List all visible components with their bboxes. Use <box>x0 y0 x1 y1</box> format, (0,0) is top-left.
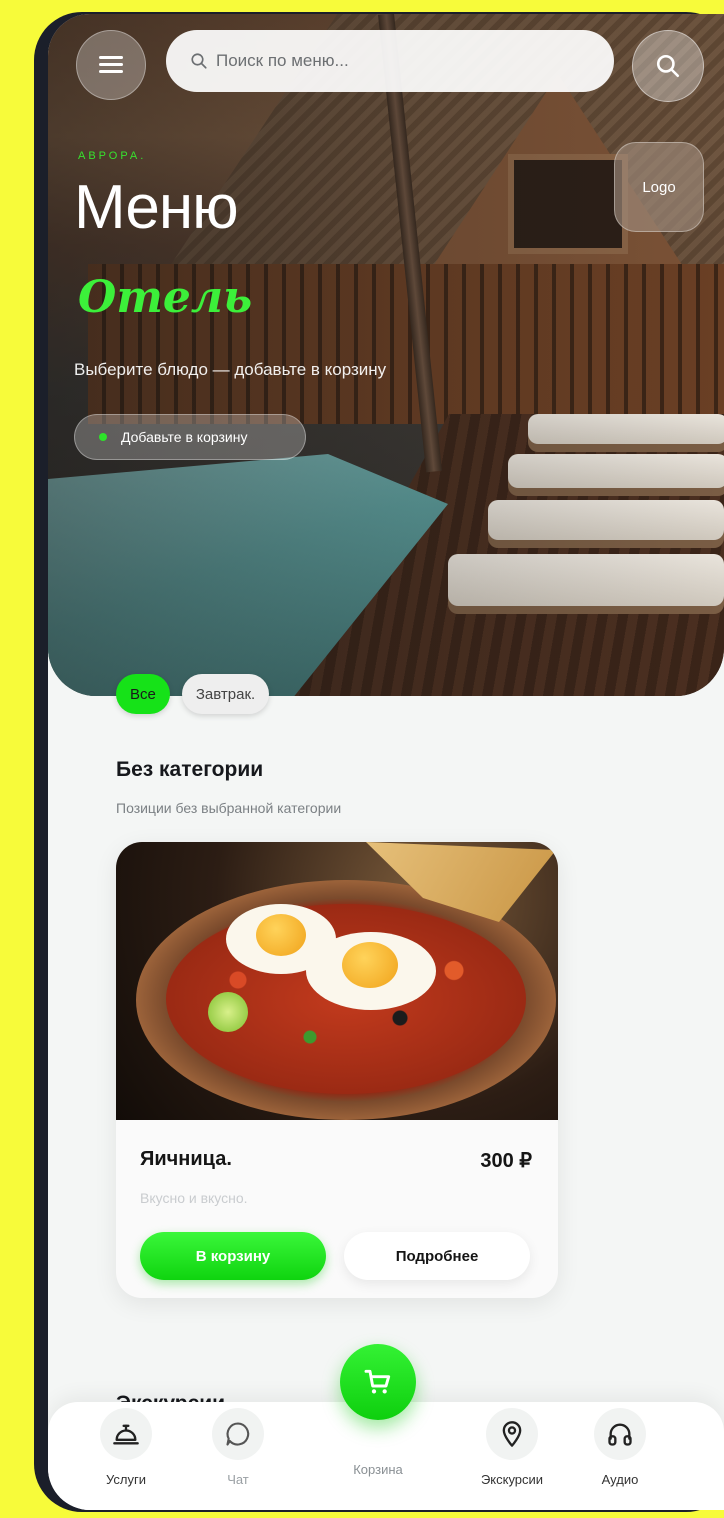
dish-description: Вкусно и вкусно. <box>140 1190 248 1206</box>
nav-label: Чат <box>227 1472 249 1487</box>
chat-icon <box>212 1408 264 1460</box>
nav-label: Аудио <box>601 1472 639 1487</box>
details-button[interactable]: Подробнее <box>344 1232 530 1280</box>
dish-price: 300 ₽ <box>480 1150 532 1172</box>
search-button[interactable] <box>632 30 704 102</box>
page-subtitle: Отель <box>78 272 253 323</box>
nav-label: Корзина <box>353 1462 403 1477</box>
cart-icon <box>364 1369 391 1394</box>
nav-item-audio[interactable]: Аудио <box>570 1408 670 1487</box>
app-screen: Logo АВРОРА. Меню Отель Выберите блюдо —… <box>48 14 724 1510</box>
search-icon <box>656 54 680 78</box>
search-input[interactable] <box>216 51 576 71</box>
menu-button[interactable] <box>76 30 146 100</box>
nav-label: Услуги <box>106 1472 146 1487</box>
hero-tagline: Выберите блюдо — добавьте в корзину <box>74 360 387 379</box>
nav-item-excursions[interactable]: Экскурсии <box>462 1408 562 1487</box>
hero-overlay <box>48 14 724 696</box>
nav-label: Экскурсии <box>480 1472 544 1487</box>
hamburger-icon <box>99 56 123 74</box>
page-title: Меню <box>74 173 239 242</box>
chip-all[interactable]: Все <box>116 674 170 714</box>
logo-text: Logo <box>642 178 676 196</box>
section-subtitle: Позиции без выбранной категории <box>116 800 342 816</box>
dish-name: Яичница. <box>140 1148 232 1170</box>
brand-name: АВРОРА. <box>78 150 147 162</box>
egg-yolk <box>256 914 306 956</box>
lime-slice <box>208 992 248 1032</box>
headphones-icon <box>594 1408 646 1460</box>
cart-hint-label: Добавьте в корзину <box>121 429 248 445</box>
hero-banner: Logo АВРОРА. Меню Отель Выберите блюдо —… <box>48 14 724 696</box>
nav-item-chat[interactable]: Чат <box>188 1408 288 1487</box>
bell-service-icon <box>100 1408 152 1460</box>
status-dot-icon <box>99 433 107 441</box>
search-bar[interactable] <box>166 30 614 92</box>
dish-card: Яичница. 300 ₽ Вкусно и вкусно. В корзин… <box>116 842 558 1298</box>
cart-hint-badge: Добавьте в корзину <box>74 414 306 460</box>
location-pin-icon <box>486 1408 538 1460</box>
nav-item-services[interactable]: Услуги <box>76 1408 176 1487</box>
chip-breakfast[interactable]: Завтрак. <box>181 674 270 714</box>
hotel-logo: Logo <box>614 142 704 232</box>
add-to-cart-button[interactable]: В корзину <box>140 1232 326 1280</box>
dish-photo <box>116 842 558 1120</box>
cart-button[interactable] <box>340 1344 416 1420</box>
section-title: Без категории <box>116 758 264 781</box>
search-icon <box>191 53 207 69</box>
category-chips: Все Завтрак. <box>116 674 270 714</box>
egg-yolk <box>342 942 398 988</box>
